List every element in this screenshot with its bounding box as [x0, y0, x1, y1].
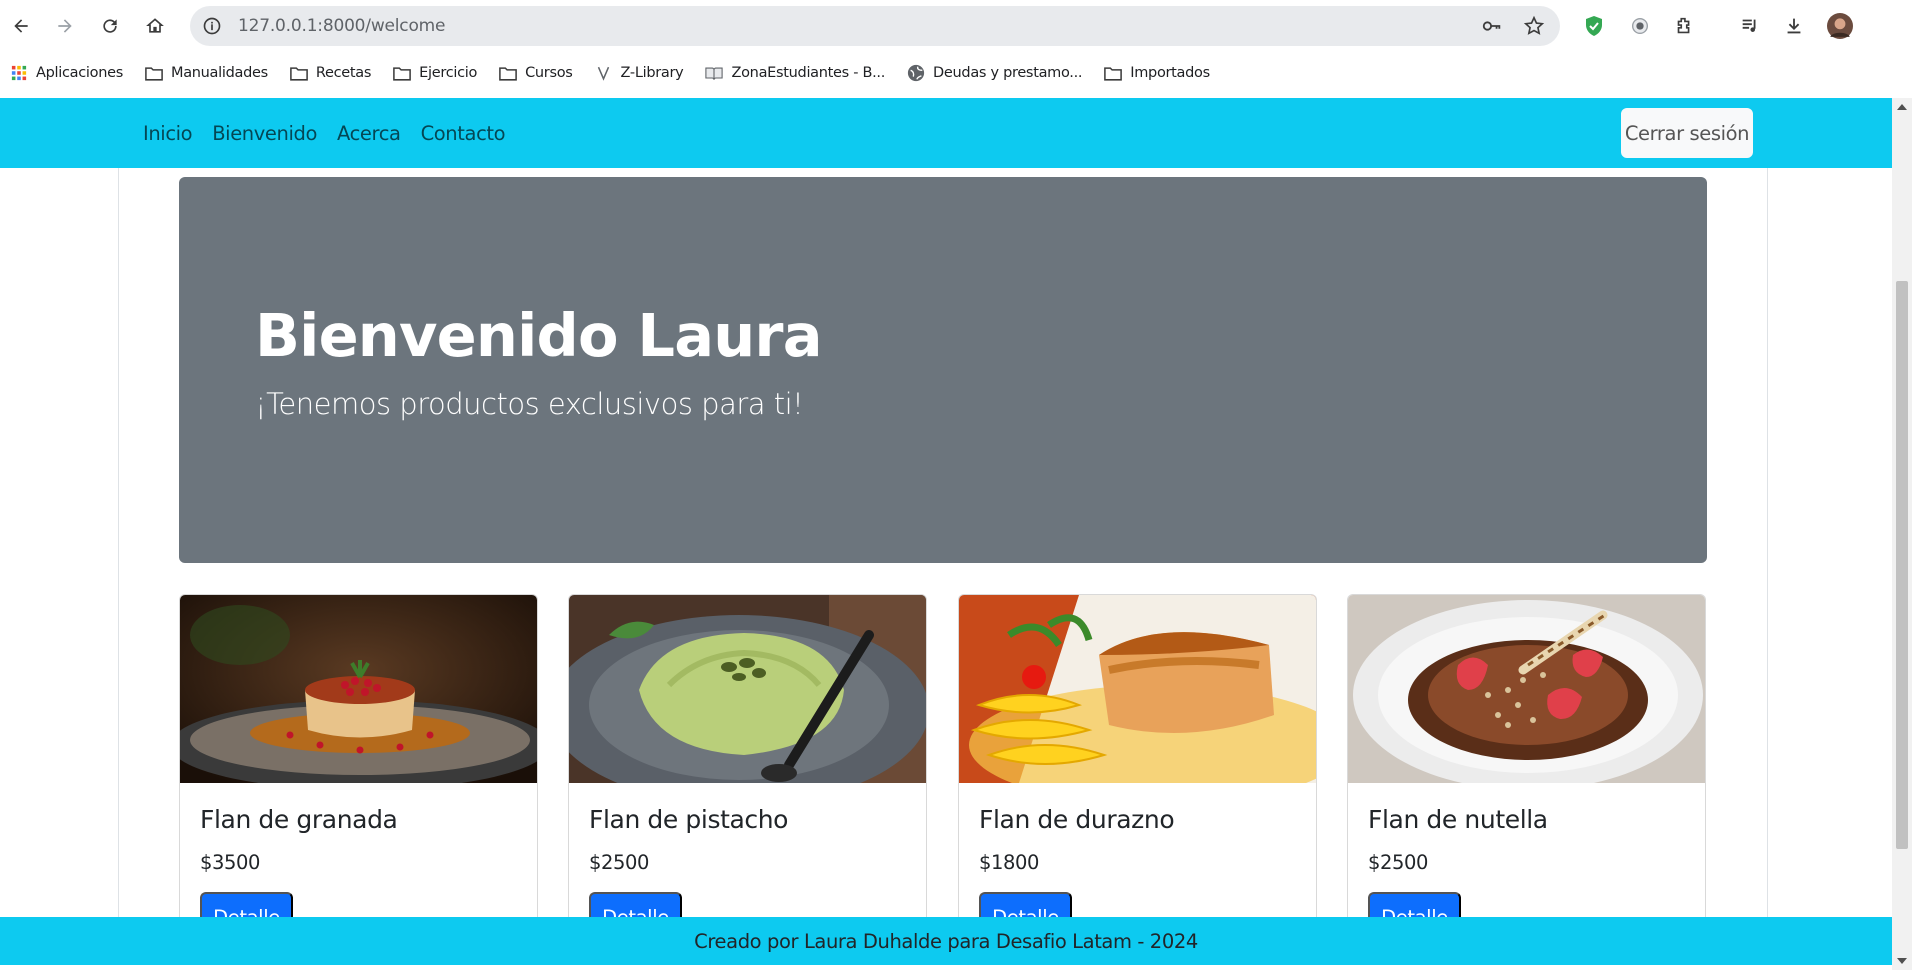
- folder-icon: [1104, 64, 1123, 82]
- back-arrow-icon[interactable]: [4, 9, 38, 43]
- product-title: Flan de pistacho: [589, 805, 789, 834]
- url-text[interactable]: 127.0.0.1:8000/welcome: [238, 16, 445, 36]
- reload-icon[interactable]: [93, 9, 127, 43]
- bookmark-label: Recetas: [315, 65, 372, 81]
- product-title: Flan de granada: [200, 805, 398, 834]
- product-image-granada: [180, 595, 537, 783]
- site-info-icon[interactable]: [200, 14, 224, 38]
- nav-link-acerca[interactable]: Acerca: [337, 122, 401, 145]
- bookmark-star-icon[interactable]: [1522, 14, 1546, 38]
- profile-avatar[interactable]: [1826, 12, 1854, 40]
- shield-extension-icon[interactable]: [1580, 12, 1608, 40]
- forward-arrow-icon[interactable]: [48, 9, 82, 43]
- password-key-icon[interactable]: [1480, 14, 1504, 38]
- address-bar[interactable]: 127.0.0.1:8000/welcome: [190, 6, 1560, 46]
- book-icon: [705, 64, 724, 82]
- product-card: Flan de granada $3500 Detalle: [179, 594, 538, 934]
- apps-grid-icon: [10, 64, 28, 82]
- bookmark-zonaestudiantes[interactable]: ZonaEstudiantes - B...: [705, 64, 885, 82]
- folder-icon: [499, 64, 517, 82]
- zlibrary-icon: [595, 64, 613, 82]
- nav-link-bienvenido[interactable]: Bienvenido: [212, 122, 317, 145]
- page-footer: Creado por Laura Duhalde para Desafio La…: [0, 917, 1892, 965]
- product-card: Flan de pistacho $2500 Detalle: [568, 594, 927, 934]
- web-page: Inicio Bienvenido Acerca Contacto Cerrar…: [0, 98, 1892, 970]
- bookmark-label: ZonaEstudiantes - B...: [731, 65, 886, 81]
- bookmark-label: Manualidades: [170, 65, 268, 81]
- home-icon[interactable]: [138, 9, 172, 43]
- product-image-durazno: [959, 595, 1316, 783]
- footer-text: Creado por Laura Duhalde para Desafio La…: [694, 929, 1198, 953]
- product-title: Flan de nutella: [1368, 805, 1548, 834]
- product-image-nutella: [1348, 595, 1705, 783]
- bookmark-cursos[interactable]: Cursos: [499, 64, 573, 82]
- product-card: Flan de nutella $2500 Detalle: [1347, 594, 1706, 934]
- product-card: Flan de durazno $1800 Detalle: [958, 594, 1317, 934]
- bookmark-deudas[interactable]: Deudas y prestamo...: [907, 64, 1083, 82]
- nav-link-contacto[interactable]: Contacto: [421, 122, 506, 145]
- folder-icon: [393, 64, 412, 82]
- product-price: $2500: [589, 851, 650, 874]
- product-image-pistacho: [569, 595, 926, 783]
- welcome-hero: Bienvenido Laura ¡Tenemos productos excl…: [179, 177, 1707, 563]
- product-price: $3500: [200, 851, 261, 874]
- folder-icon: [145, 64, 163, 82]
- scroll-down-arrow-icon[interactable]: [1897, 958, 1907, 964]
- logout-button[interactable]: Cerrar sesión: [1621, 108, 1753, 158]
- browser-chrome: 127.0.0.1:8000/welcome Aplicaciones Manu…: [0, 0, 1912, 98]
- extensions-puzzle-icon[interactable]: [1670, 12, 1698, 40]
- hero-subtitle: ¡Tenemos productos exclusivos para ti!: [255, 387, 804, 421]
- top-navbar: Inicio Bienvenido Acerca Contacto Cerrar…: [0, 98, 1892, 168]
- record-extension-icon[interactable]: [1626, 12, 1654, 40]
- globe-icon: [907, 64, 925, 82]
- bookmark-ejercicio[interactable]: Ejercicio: [393, 64, 477, 82]
- scroll-up-arrow-icon[interactable]: [1897, 104, 1907, 110]
- bookmark-label: Importados: [1130, 65, 1210, 81]
- product-title: Flan de durazno: [979, 805, 1175, 834]
- bookmark-recetas[interactable]: Recetas: [290, 64, 371, 82]
- product-price: $2500: [1368, 851, 1429, 874]
- bookmark-label: Aplicaciones: [36, 65, 123, 81]
- bookmark-label: Deudas y prestamo...: [933, 65, 1083, 81]
- bookmarks-bar: Aplicaciones Manualidades Recetas Ejerci…: [0, 58, 1912, 88]
- media-queue-icon[interactable]: [1736, 12, 1764, 40]
- hero-title: Bienvenido Laura: [255, 301, 823, 370]
- scrollbar-thumb[interactable]: [1896, 281, 1908, 849]
- page-scrollbar[interactable]: [1892, 98, 1912, 970]
- nav-links: Inicio Bienvenido Acerca Contacto: [143, 98, 506, 168]
- bookmark-label: Z-Library: [620, 65, 684, 81]
- nav-link-inicio[interactable]: Inicio: [143, 122, 193, 145]
- bookmark-manualidades[interactable]: Manualidades: [145, 64, 268, 82]
- bookmark-label: Ejercicio: [419, 65, 478, 81]
- bookmark-label: Cursos: [525, 65, 573, 81]
- bookmark-importados[interactable]: Importados: [1104, 64, 1210, 82]
- bookmark-zlibrary[interactable]: Z-Library: [595, 64, 684, 82]
- page-bottom-gap: [0, 965, 1892, 970]
- product-price: $1800: [979, 851, 1040, 874]
- download-icon[interactable]: [1780, 12, 1808, 40]
- browser-toolbar: 127.0.0.1:8000/welcome: [0, 0, 1912, 52]
- bookmark-aplicaciones[interactable]: Aplicaciones: [10, 64, 123, 82]
- folder-icon: [290, 64, 308, 82]
